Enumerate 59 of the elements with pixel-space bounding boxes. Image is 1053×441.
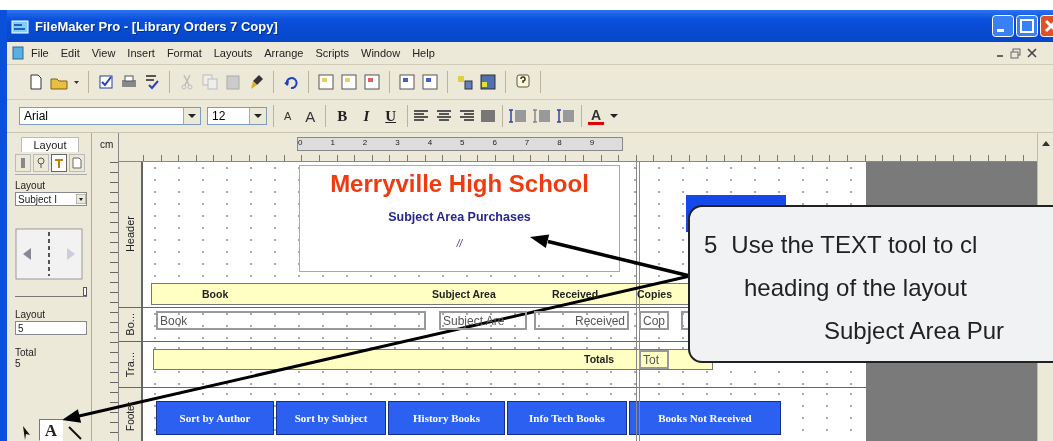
date-symbol: // [456, 238, 463, 249]
layout-field: Subject Are [439, 311, 527, 330]
layout-field: Book [156, 311, 426, 330]
step-number: 5 [704, 231, 718, 258]
ruler-label: 4 [427, 138, 434, 149]
font-larger-button[interactable]: A [301, 107, 320, 125]
menu-item[interactable]: Layouts [207, 45, 259, 61]
layout-button[interactable]: Sort by Subject [276, 401, 386, 435]
italic-button[interactable]: I [358, 107, 375, 125]
ruler-label: 8 [557, 138, 563, 149]
layout-dropdown[interactable]: Subject I [15, 192, 87, 206]
text-color-button[interactable]: A [588, 107, 605, 125]
column-header: Received [552, 288, 599, 300]
layout-button[interactable]: Sort by Author [156, 401, 274, 435]
ruler-label: 2 [362, 138, 369, 149]
ruler-label: 3 [395, 138, 401, 149]
text-tool-button[interactable]: A [39, 419, 63, 441]
callout-text: Use the TEXT tool to cl [731, 231, 978, 258]
field-label: Layout [15, 309, 47, 320]
font-field[interactable]: Arial [19, 107, 201, 125]
bold-button[interactable]: B [332, 107, 353, 125]
font-size-field[interactable]: 12 [207, 107, 267, 125]
column-header: Copies [637, 288, 672, 300]
field-label: Layout [15, 180, 47, 191]
layout-field: Cop [639, 311, 669, 330]
callout-text: heading of the layout [743, 273, 968, 303]
menu-item[interactable]: Window [355, 45, 407, 61]
ruler-label: 5 [460, 138, 466, 149]
layout-title: Merryville High School [330, 170, 589, 198]
layout-button[interactable]: Info Tech Books [507, 401, 627, 435]
layout-button[interactable]: Books Not Received [629, 401, 781, 435]
total-count: 5 [15, 358, 22, 369]
layout-button[interactable]: History Books [388, 401, 505, 435]
ruler-label: 1 [330, 138, 336, 149]
menu-item[interactable]: View [85, 45, 122, 61]
totals-label: Totals [584, 353, 615, 365]
ruler-label: 6 [492, 138, 498, 149]
menu-item[interactable]: Help [406, 45, 441, 61]
menu-item[interactable]: File [25, 45, 55, 61]
font-smaller-button[interactable]: A [280, 110, 296, 122]
underline-button[interactable]: U [380, 107, 402, 125]
menu-item[interactable]: Arrange [258, 45, 310, 61]
field-label: Total [15, 347, 38, 358]
callout-text: Subject Area Pur [823, 316, 1006, 346]
ruler-label: 7 [524, 138, 531, 149]
menu-item[interactable]: Scripts [309, 45, 355, 61]
layout-field: Tot [639, 350, 669, 369]
menu-item[interactable]: Format [160, 45, 208, 61]
menu-item[interactable]: Insert [121, 45, 161, 61]
column-header: Subject Area [432, 288, 496, 300]
layout-number-field[interactable]: 5 [15, 321, 87, 335]
ruler-label: 0 [298, 138, 304, 149]
layout-field: Received [534, 311, 629, 330]
layout-subtitle: Subject Area Purchases [388, 210, 531, 224]
menu-item[interactable]: Edit [54, 45, 86, 61]
ruler-label: 9 [589, 138, 596, 149]
window-title: FileMaker Pro - [Library Orders 7 Copy] [35, 18, 279, 34]
column-header: Book [202, 288, 229, 300]
mode-tab[interactable]: Layout [21, 137, 79, 152]
